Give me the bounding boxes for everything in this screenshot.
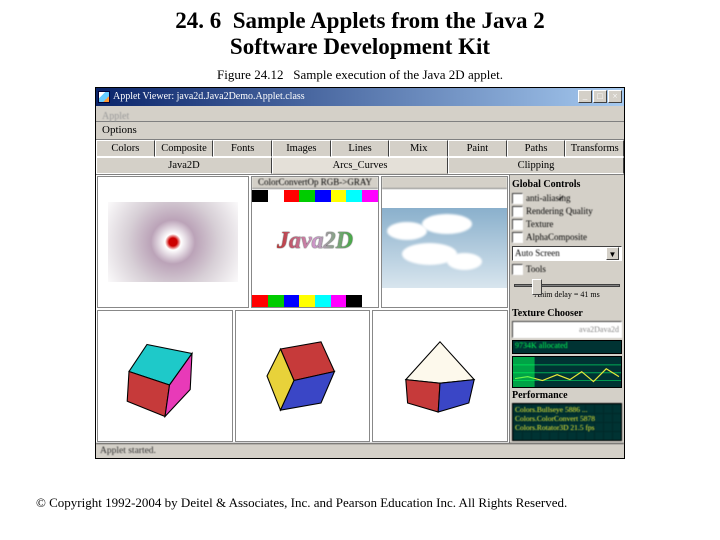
app-icon — [98, 91, 110, 103]
maximize-button[interactable]: □ — [593, 90, 607, 103]
side-header-perf: Performance — [512, 390, 622, 401]
tab-colors[interactable]: Colors — [96, 140, 155, 157]
check-antialiasing[interactable]: anti-aliasing — [512, 192, 622, 205]
menubar[interactable]: Applet — [96, 106, 624, 122]
demo-grid: ColorConvertOp RGB->GRAY Java2D — [96, 175, 509, 443]
select-autoscreen[interactable]: Auto Screen ▼ — [512, 246, 622, 261]
select-value: Auto Screen — [515, 247, 606, 260]
panel-gradient — [97, 176, 249, 308]
panel-label: ColorConvertOp RGB->GRAY — [252, 177, 377, 189]
memory-monitor: 9734K allocated — [512, 340, 622, 354]
cube-graphic — [258, 331, 348, 421]
tab-transforms[interactable]: Transforms — [565, 140, 624, 157]
tab-fonts[interactable]: Fonts — [213, 140, 272, 157]
tab-paths[interactable]: Paths — [507, 140, 566, 157]
window-title: Applet Viewer: java2d.Java2Demo.Applet.c… — [113, 91, 577, 102]
side-panel: Global Controls anti-aliasing Rendering … — [509, 175, 624, 443]
titlebar[interactable]: Applet Viewer: java2d.Java2Demo.Applet.c… — [96, 88, 624, 106]
tab-arcs-curves[interactable]: Arcs_Curves — [272, 157, 448, 174]
panel-clouds — [381, 176, 508, 308]
check-quality[interactable]: Rendering Quality — [512, 205, 622, 218]
tab-paint[interactable]: Paint — [448, 140, 507, 157]
status-text: Applet started. — [100, 446, 156, 456]
bullseye-graphic — [108, 202, 238, 282]
tab-java2d[interactable]: Java2D — [96, 157, 272, 174]
figure-text: Sample execution of the Java 2D applet. — [293, 67, 503, 82]
memory-graph — [512, 356, 622, 388]
applet-window: Applet Viewer: java2d.Java2Demo.Applet.c… — [95, 87, 625, 459]
menu-applet[interactable]: Applet — [96, 110, 135, 123]
options-bar[interactable]: Options — [96, 122, 624, 140]
content-area: ColorConvertOp RGB->GRAY Java2D — [96, 174, 624, 443]
color-strip-top — [252, 190, 377, 202]
copyright-notice: © Copyright 1992-2004 by Deitel & Associ… — [36, 495, 684, 511]
check-texture[interactable]: Texture — [512, 218, 622, 231]
color-strip-bottom — [252, 295, 377, 307]
side-header-global: Global Controls — [512, 179, 622, 190]
panel-cube-1 — [97, 310, 233, 442]
slide-heading: 24. 6 Sample Applets from the Java 2 Sof… — [36, 8, 684, 61]
slider-label: Anim delay = 41 ms — [512, 280, 622, 299]
check-tools[interactable]: Tools — [512, 263, 622, 276]
texture-picker[interactable]: ava2Dava2d — [512, 321, 622, 338]
status-bar: Applet started. — [96, 443, 624, 458]
cube-graphic — [120, 331, 210, 421]
options-label[interactable]: Options — [102, 124, 137, 136]
panel-cube-2 — [235, 310, 371, 442]
tab-images[interactable]: Images — [272, 140, 331, 157]
chevron-down-icon: ▼ — [606, 247, 619, 260]
minimize-button[interactable]: _ — [578, 90, 592, 103]
figure-caption: Figure 24.12 Sample execution of the Jav… — [36, 67, 684, 83]
tab-row-1: Colors Composite Fonts Images Lines Mix … — [96, 140, 624, 157]
figure-label: Figure 24.12 — [217, 67, 283, 82]
anim-delay-slider[interactable]: Anim delay = 41 ms — [512, 280, 622, 304]
perf-line: Colors.Rotator3D 21.5 fps — [515, 423, 619, 432]
performance-box: Colors.Bullseye 5886 ... Colors.ColorCon… — [512, 403, 622, 441]
heading-line1: Sample Applets from the Java 2 — [233, 8, 545, 33]
tab-row-2: Java2D Arcs_Curves Clipping — [96, 157, 624, 174]
tab-mix[interactable]: Mix — [389, 140, 448, 157]
tab-clipping[interactable]: Clipping — [448, 157, 624, 174]
clouds-graphic — [382, 208, 507, 288]
check-alpha[interactable]: AlphaComposite — [512, 231, 622, 244]
tab-composite[interactable]: Composite — [155, 140, 214, 157]
tab-lines[interactable]: Lines — [331, 140, 390, 157]
side-header-texture: Texture Chooser — [512, 308, 622, 319]
close-button[interactable]: × — [608, 90, 622, 103]
panel-label — [382, 177, 507, 189]
heading-line2: Software Development Kit — [230, 34, 490, 59]
panel-colorconvert: ColorConvertOp RGB->GRAY Java2D — [251, 176, 378, 308]
cube-graphic — [395, 331, 485, 421]
panel-cube-3 — [372, 310, 508, 442]
memory-label: 9734K allocated — [513, 341, 568, 350]
perf-line: Colors.ColorConvert 5878 — [515, 414, 619, 423]
heading-number: 24. 6 — [175, 8, 221, 33]
perf-line: Colors.Bullseye 5886 ... — [515, 405, 619, 414]
java2d-text: Java2D — [277, 228, 353, 255]
